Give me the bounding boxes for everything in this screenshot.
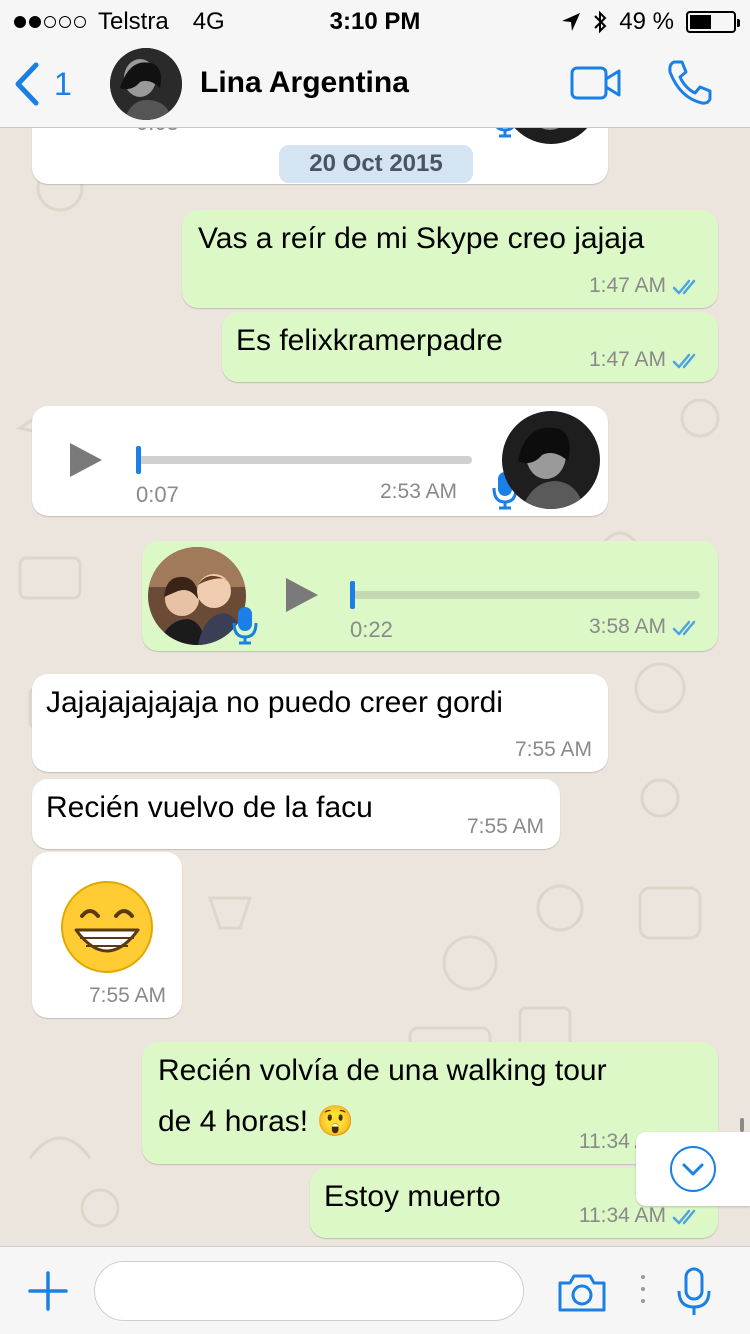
message-time: 11:34 AM xyxy=(578,1204,666,1227)
message-incoming[interactable]: Recién vuelvo de la facu 7:55 AM xyxy=(32,779,560,849)
grinning-emoji xyxy=(61,881,153,973)
double-check-icon xyxy=(672,279,696,295)
scroll-down-icon xyxy=(682,1163,704,1176)
voice-progress-knob[interactable] xyxy=(136,446,141,474)
compose-bar xyxy=(0,1246,750,1334)
message-text: Jajajajajajaja no puedo creer gordi xyxy=(46,686,503,719)
camera-icon[interactable] xyxy=(556,1273,608,1313)
chat-scrollbar[interactable] xyxy=(740,1118,744,1132)
bluetooth-icon xyxy=(594,10,607,34)
phone-icon[interactable] xyxy=(666,58,714,106)
message-outgoing[interactable]: Es felixkramerpadre 1:47 AM xyxy=(222,312,718,382)
back-button[interactable]: 1 xyxy=(14,62,72,106)
message-incoming[interactable]: Jajajajajajaja no puedo creer gordi 7:55… xyxy=(32,674,608,772)
mic-icon[interactable] xyxy=(676,1267,712,1317)
voice-duration: 0:07 xyxy=(136,482,179,507)
location-arrow-icon xyxy=(562,13,581,31)
mic-icon xyxy=(496,128,514,138)
voice-duration: 0:05 xyxy=(136,128,179,136)
video-call-icon[interactable] xyxy=(570,66,622,100)
message-text: Recién vuelvo de la facu xyxy=(46,791,373,824)
more-dots-icon[interactable] xyxy=(641,1275,645,1303)
battery-icon xyxy=(686,11,740,33)
contact-name[interactable]: Lina Argentina xyxy=(200,66,409,100)
message-time: 7:55 AM xyxy=(88,984,166,1007)
message-text: de 4 horas! 😲 xyxy=(158,1105,354,1138)
message-text: Recién volvía de una walking tour xyxy=(158,1054,607,1087)
chat-header: 1 Lina Argentina xyxy=(0,40,750,128)
scroll-to-bottom-button[interactable] xyxy=(636,1132,750,1206)
mic-icon xyxy=(232,607,258,645)
status-bar: Telstra 4G 3:10 PM 49 % xyxy=(0,0,750,40)
message-time: 1:47 AM xyxy=(588,348,666,371)
voice-duration: 0:22 xyxy=(350,617,393,642)
message-text: Es felixkramerpadre xyxy=(236,324,503,357)
message-input[interactable] xyxy=(94,1261,524,1321)
battery-percent: 49 % xyxy=(619,8,674,35)
voice-message-incoming: 0:07 2:53 AM xyxy=(32,406,608,516)
message-time: 1:47 AM xyxy=(588,274,666,297)
message-text: Vas a reír de mi Skype creo jajaja xyxy=(198,222,645,255)
message-incoming-emoji[interactable]: 7:55 AM xyxy=(32,852,182,1018)
message-time: 3:58 AM xyxy=(588,615,666,638)
voice-progress-track[interactable] xyxy=(352,591,700,599)
sender-avatar xyxy=(502,411,600,509)
double-check-icon xyxy=(672,353,696,369)
voice-progress-knob[interactable] xyxy=(350,581,355,609)
voice-progress-track[interactable] xyxy=(138,456,472,464)
plus-icon[interactable] xyxy=(28,1271,68,1311)
date-separator: 20 Oct 2015 xyxy=(279,145,473,183)
back-chevron-icon xyxy=(15,62,39,106)
unread-count: 1 xyxy=(54,65,72,102)
message-time: 7:55 AM xyxy=(466,815,544,838)
play-icon[interactable] xyxy=(70,443,102,477)
message-time: 7:55 AM xyxy=(514,738,592,761)
play-icon[interactable] xyxy=(286,578,318,612)
message-time: 2:53 AM xyxy=(380,480,458,503)
message-outgoing[interactable]: Recién volvía de una walking tour de 4 h… xyxy=(142,1042,718,1164)
double-check-icon xyxy=(672,620,696,636)
message-text: Estoy muerto xyxy=(324,1180,501,1213)
double-check-icon xyxy=(672,1209,696,1225)
voice-message-outgoing: 0:22 3:58 AM xyxy=(142,541,718,651)
contact-avatar[interactable] xyxy=(110,48,182,120)
message-outgoing[interactable]: Vas a reír de mi Skype creo jajaja 1:47 … xyxy=(182,210,718,308)
chat-area[interactable]: 0:05 20 Oct 2015 Vas a reír de mi Skype … xyxy=(0,128,750,1246)
